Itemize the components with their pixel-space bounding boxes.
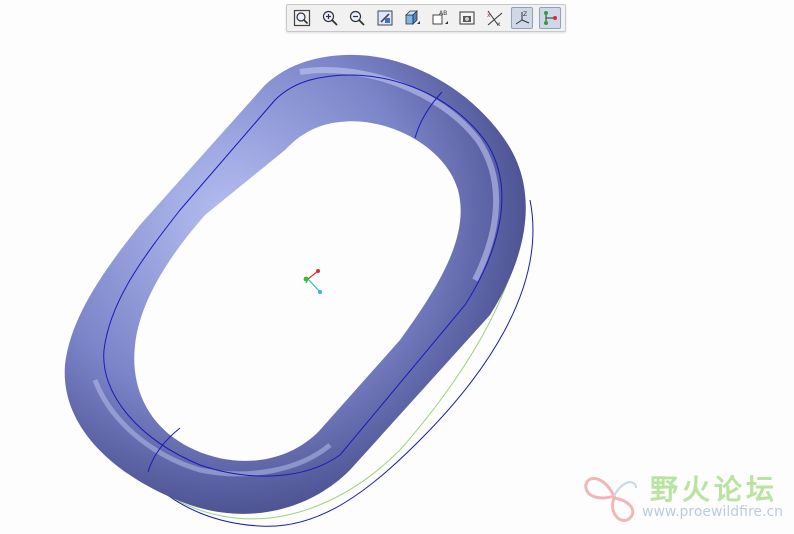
svg-text:AB: AB [439, 10, 447, 17]
cube-icon [405, 10, 421, 25]
zoom-out-icon [349, 10, 365, 26]
zoom-in-button[interactable] [319, 7, 341, 29]
coordinate-system [303, 269, 322, 294]
svg-text:x: x [497, 21, 501, 27]
repaint-button[interactable] [374, 7, 396, 29]
refit-icon [293, 9, 311, 27]
datum-points-button[interactable] [538, 7, 561, 29]
csys-icon: Z [516, 11, 530, 25]
svg-text:x: x [487, 12, 491, 19]
ring-body[interactable] [64, 54, 526, 514]
refit-button[interactable] [291, 7, 313, 29]
datum-csys-button[interactable]: Z [511, 7, 534, 29]
view-toolbar: AB x x Z [286, 4, 566, 32]
zoom-in-icon [322, 10, 338, 26]
watermark-url: www.proewildfire.cn [642, 504, 784, 520]
camera-icon [459, 11, 475, 25]
zoom-out-button[interactable] [346, 7, 368, 29]
datum-point-icon [543, 11, 557, 25]
repaint-icon [377, 10, 393, 26]
site-watermark: 野火论坛 www.proewildfire.cn [584, 466, 789, 528]
datum-plane-icon: x x [487, 10, 503, 27]
model-viewport[interactable] [0, 0, 794, 534]
saved-view-icon: AB [432, 10, 448, 25]
watermark-title: 野火论坛 [650, 473, 779, 506]
display-style-button[interactable] [401, 7, 423, 29]
screenshot-button[interactable] [456, 7, 478, 29]
saved-views-button[interactable]: AB [429, 7, 451, 29]
svg-text:Z: Z [523, 11, 527, 18]
datum-planes-button[interactable]: x x [484, 7, 506, 29]
butterfly-logo-icon [584, 477, 637, 522]
